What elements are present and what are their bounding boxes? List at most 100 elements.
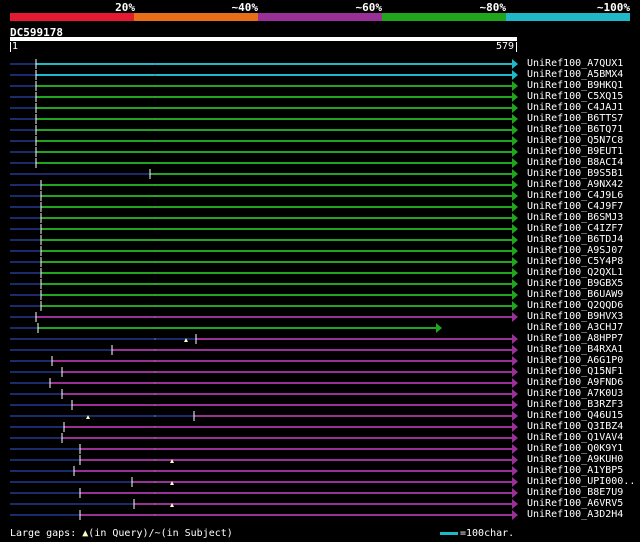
hit-row[interactable] — [10, 246, 518, 256]
hit-label[interactable]: UniRef100_Q15NF1 — [527, 366, 623, 377]
hit-row[interactable] — [10, 323, 442, 333]
hit-label[interactable]: UniRef100_A3CHJ7 — [527, 322, 623, 333]
hit-row[interactable] — [10, 389, 518, 399]
hit-row[interactable] — [10, 400, 518, 410]
hit-row[interactable] — [10, 444, 518, 454]
hit-row[interactable] — [10, 367, 518, 377]
hit-row[interactable] — [10, 257, 518, 267]
hit-row[interactable] — [10, 191, 518, 201]
hit-row[interactable] — [10, 499, 518, 509]
end-arrow-icon — [512, 400, 518, 410]
hit-row[interactable] — [10, 477, 518, 487]
hit-label[interactable]: UniRef100_A8HPP7 — [527, 333, 623, 344]
hit-label[interactable]: UniRef100_A9KUH0 — [527, 454, 623, 465]
hit-label[interactable]: UniRef100_B9GBX5 — [527, 278, 623, 289]
hit-row[interactable] — [10, 136, 518, 146]
hit-label[interactable]: UniRef100_UPI000.. — [527, 476, 635, 487]
end-arrow-icon — [512, 246, 518, 256]
hit-row[interactable] — [10, 510, 518, 520]
hit-label[interactable]: UniRef100_B6TDJ4 — [527, 234, 623, 245]
end-arrow-icon — [512, 422, 518, 432]
hit-row[interactable] — [10, 235, 518, 245]
hit-label[interactable]: UniRef100_B8E7U9 — [527, 487, 623, 498]
hit-label[interactable]: UniRef100_B3RZF3 — [527, 399, 623, 410]
end-arrow-icon — [512, 499, 518, 509]
hit-row[interactable] — [10, 92, 518, 102]
hit-label[interactable]: UniRef100_A6G1P0 — [527, 355, 623, 366]
hit-row[interactable] — [10, 455, 518, 465]
hit-label[interactable]: UniRef100_B9S5B1 — [527, 168, 623, 179]
hit-label[interactable]: UniRef100_A6VRV5 — [527, 498, 623, 509]
hit-label[interactable]: UniRef100_Q2QXL1 — [527, 267, 623, 278]
hit-label[interactable]: UniRef100_Q5N7C8 — [527, 135, 623, 146]
hit-row[interactable] — [10, 301, 518, 311]
hit-row[interactable] — [10, 345, 518, 355]
hit-label[interactable]: UniRef100_B6UAW9 — [527, 289, 623, 300]
end-arrow-icon — [512, 433, 518, 443]
hit-row[interactable] — [10, 356, 518, 366]
hit-row[interactable] — [10, 378, 518, 388]
hit-label[interactable]: UniRef100_B9EUT1 — [527, 146, 623, 157]
hit-row[interactable] — [10, 114, 518, 124]
hit-row[interactable] — [10, 125, 518, 135]
hit-row[interactable] — [10, 279, 518, 289]
hit-label[interactable]: UniRef100_A9SJ07 — [527, 245, 623, 256]
hit-label[interactable]: UniRef100_Q46U15 — [527, 410, 623, 421]
hit-row[interactable] — [10, 224, 518, 234]
hit-label[interactable]: UniRef100_B9HKQ1 — [527, 80, 623, 91]
end-arrow-icon — [512, 444, 518, 454]
hit-label[interactable]: UniRef100_C4JAJ1 — [527, 102, 623, 113]
hit-label[interactable]: UniRef100_A9NX42 — [527, 179, 623, 190]
end-arrow-icon — [512, 356, 518, 366]
hit-label[interactable]: UniRef100_A9FND6 — [527, 377, 623, 388]
hit-row[interactable] — [10, 158, 518, 168]
hit-row[interactable] — [10, 81, 518, 91]
hit-label[interactable]: UniRef100_Q0K9Y1 — [527, 443, 623, 454]
hit-row[interactable] — [10, 180, 518, 190]
end-arrow-icon — [512, 455, 518, 465]
end-arrow-icon — [512, 70, 518, 80]
hit-label[interactable]: UniRef100_A5BMX4 — [527, 69, 623, 80]
hit-label[interactable]: UniRef100_B6TQ71 — [527, 124, 623, 135]
hit-label[interactable]: UniRef100_Q3IBZ4 — [527, 421, 623, 432]
hit-row[interactable] — [10, 59, 518, 69]
end-arrow-icon — [512, 477, 518, 487]
hit-label[interactable]: UniRef100_C4IZF7 — [527, 223, 623, 234]
end-arrow-icon — [512, 301, 518, 311]
hit-label[interactable]: UniRef100_B8ACI4 — [527, 157, 623, 168]
end-arrow-icon — [512, 169, 518, 179]
end-arrow-icon — [512, 114, 518, 124]
end-arrow-icon — [512, 224, 518, 234]
hit-label[interactable]: UniRef100_A7QUX1 — [527, 58, 623, 69]
hit-row[interactable] — [10, 103, 518, 113]
hit-label[interactable]: UniRef100_A3D2H4 — [527, 509, 623, 520]
hit-label[interactable]: UniRef100_Q2QQD6 — [527, 300, 623, 311]
hit-row[interactable] — [10, 290, 518, 300]
hit-row[interactable] — [10, 422, 518, 432]
hit-label[interactable]: UniRef100_C4J9L6 — [527, 190, 623, 201]
hit-label[interactable]: UniRef100_C5Y4P8 — [527, 256, 623, 267]
hit-row[interactable] — [10, 202, 518, 212]
hit-row[interactable] — [10, 213, 518, 223]
hit-row[interactable] — [10, 268, 518, 278]
end-arrow-icon — [512, 191, 518, 201]
hit-label[interactable]: UniRef100_C5XQ15 — [527, 91, 623, 102]
end-arrow-icon — [512, 312, 518, 322]
hit-row[interactable] — [10, 488, 518, 498]
hit-row[interactable] — [10, 411, 518, 421]
hit-label[interactable]: UniRef100_A7K0U3 — [527, 388, 623, 399]
hit-label[interactable]: UniRef100_B6TTS7 — [527, 113, 623, 124]
hit-row[interactable] — [10, 70, 518, 80]
hit-label[interactable]: UniRef100_A1YBP5 — [527, 465, 623, 476]
hit-row[interactable] — [10, 466, 518, 476]
hit-label[interactable]: UniRef100_B6SMJ3 — [527, 212, 623, 223]
hit-row[interactable] — [10, 169, 518, 179]
hit-row[interactable] — [10, 334, 518, 344]
hit-label[interactable]: UniRef100_C4J9F7 — [527, 201, 623, 212]
hit-row[interactable] — [10, 312, 518, 322]
hit-label[interactable]: UniRef100_B4RXA1 — [527, 344, 623, 355]
hit-label[interactable]: UniRef100_B9HVX3 — [527, 311, 623, 322]
hit-row[interactable] — [10, 147, 518, 157]
hit-label[interactable]: UniRef100_Q1VAV4 — [527, 432, 623, 443]
hit-row[interactable] — [10, 433, 518, 443]
